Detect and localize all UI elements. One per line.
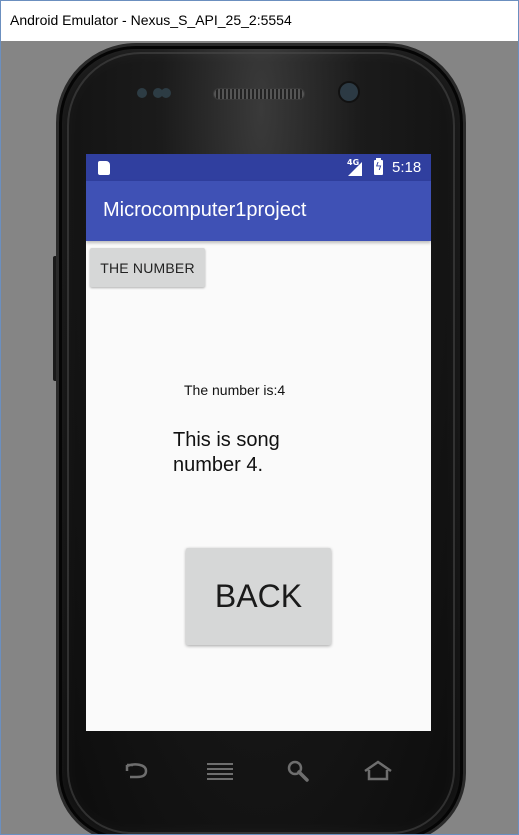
- app-bar: Microcomputer1project: [86, 181, 431, 241]
- back-icon[interactable]: [122, 759, 152, 783]
- number-label: The number is:4: [184, 382, 286, 398]
- window-titlebar[interactable]: Android Emulator - Nexus_S_API_25_2:5554: [1, 1, 518, 41]
- menu-icon[interactable]: [205, 759, 235, 783]
- status-clock: 5:18: [392, 159, 422, 176]
- the-number-button[interactable]: THE NUMBER: [90, 248, 205, 287]
- sd-card-icon: [98, 161, 110, 175]
- battery-charging-icon: [374, 158, 383, 175]
- window-title: Android Emulator - Nexus_S_API_25_2:5554: [10, 12, 292, 28]
- device-screen: 4G 5:18 Microcomputer1project THE NUMBER…: [86, 154, 431, 731]
- sensor-icon: [137, 87, 177, 99]
- earpiece-speaker: [213, 88, 305, 100]
- emulator-window: Android Emulator - Nexus_S_API_25_2:5554…: [0, 0, 519, 835]
- status-bar: 4G 5:18: [86, 154, 431, 181]
- signal-icon: [348, 162, 362, 176]
- home-icon[interactable]: [363, 759, 393, 783]
- search-icon[interactable]: [284, 759, 314, 783]
- front-camera-icon: [340, 83, 358, 101]
- song-label: This is song number 4.: [173, 429, 280, 476]
- app-title: Microcomputer1project: [103, 199, 307, 221]
- back-button[interactable]: BACK: [186, 548, 331, 645]
